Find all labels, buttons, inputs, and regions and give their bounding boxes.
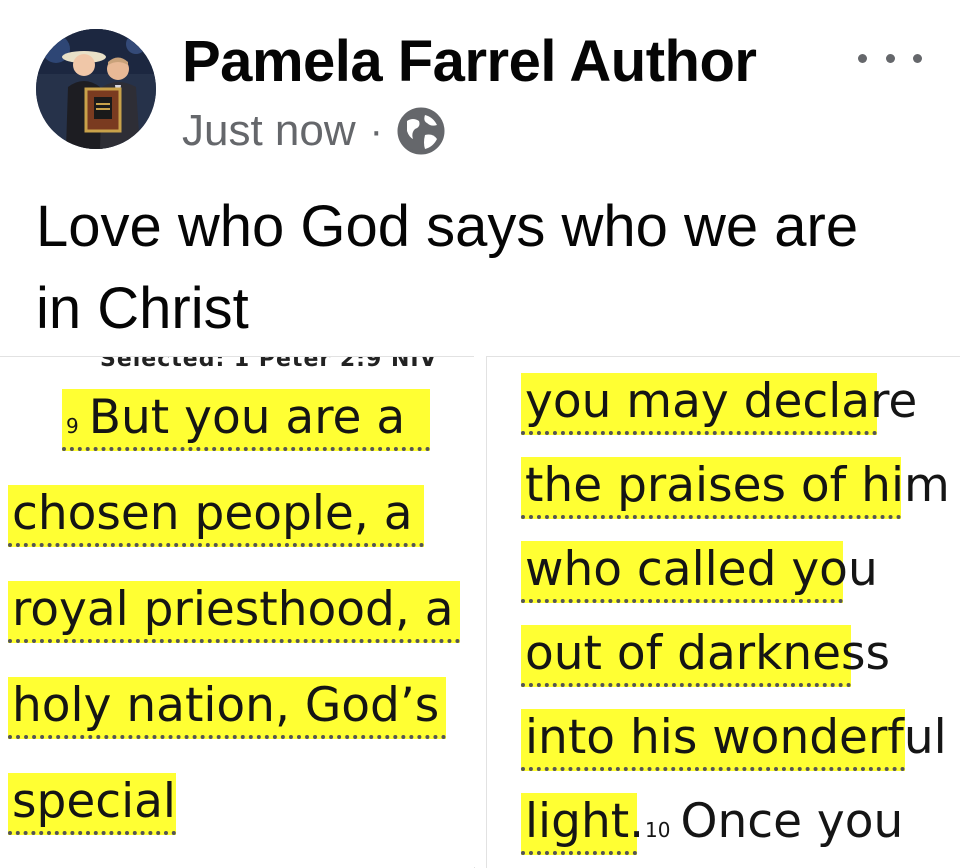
post-header: Pamela Farrel Author Just now · [0,0,960,170]
post-timestamp[interactable]: Just now [182,106,356,156]
verse-number: 10 [645,818,671,842]
next-verse: 10 Once you [645,793,945,855]
photo-grid: Selected: 1 Peter 2:9 NIV 9 But you are a… [0,356,960,868]
verse-line: who called you [521,541,878,603]
verse-line: into his wonderful [521,709,947,771]
author-name[interactable]: Pamela Farrel Author [182,28,757,96]
meta-separator: · [369,108,383,153]
verse-line: 9 But you are a [62,389,430,451]
more-options-icon[interactable] [858,38,922,78]
post-text: Love who God says who we are in Christ [36,194,859,341]
verse-line: you may declare [521,373,917,435]
verse-line: out of darkness [521,625,890,687]
verse-line: royal priesthood, a [8,581,460,643]
verse-line: light. [521,793,644,855]
verse-line: chosen people, a [8,485,424,547]
more-dot [913,53,922,63]
avatar[interactable] [36,29,156,149]
verse-line: holy nation, God’s [8,677,446,739]
avatar-photo [36,29,156,149]
more-dot [858,53,867,63]
verse-number: 9 [66,414,79,438]
post-meta: Just now · [182,103,447,159]
globe-icon[interactable] [395,105,447,157]
verse-line: special [8,773,176,835]
crop-header: Selected: 1 Peter 2:9 NIV [100,356,438,372]
more-dot [885,53,895,63]
verse-line-text: But you are a [88,390,406,445]
photo-right[interactable]: you may declare the praises of him who c… [486,356,960,868]
photo-gutter [474,356,486,867]
photo-left[interactable]: Selected: 1 Peter 2:9 NIV 9 But you are a… [0,356,475,868]
verse-line: the praises of him [521,457,950,519]
next-verse-text: Once you [680,794,904,849]
